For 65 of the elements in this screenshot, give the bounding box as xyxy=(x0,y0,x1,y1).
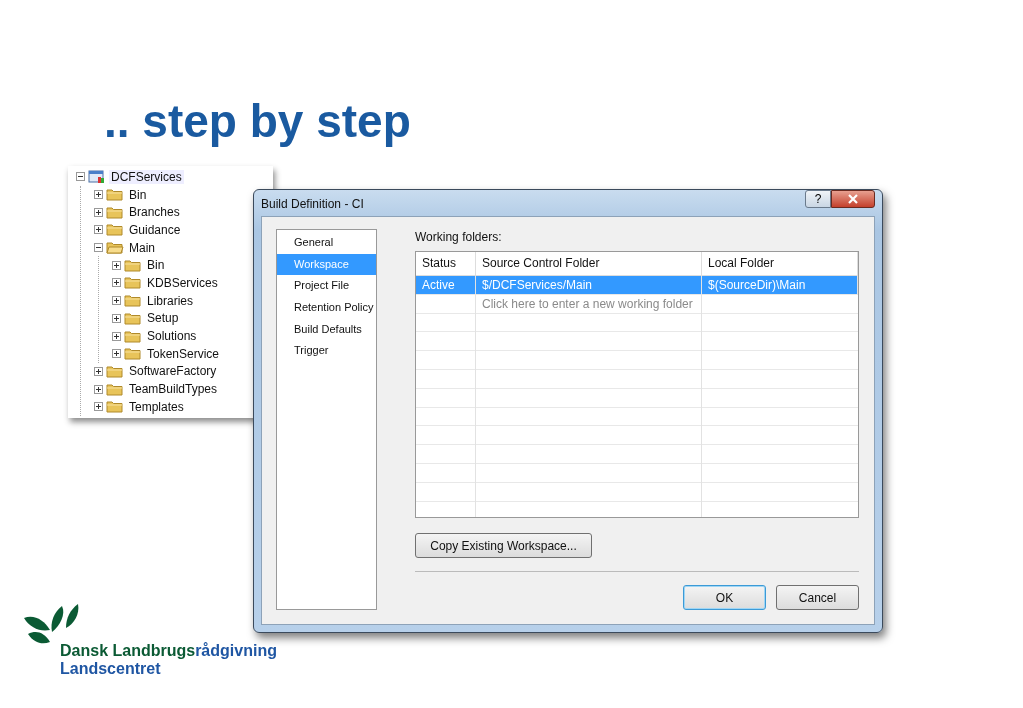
table-cell: Active xyxy=(416,276,476,295)
nav-item[interactable]: Retention Policy xyxy=(277,297,376,319)
tree-item[interactable]: SoftwareFactory xyxy=(127,364,219,379)
tree-item[interactable]: Templates xyxy=(127,399,186,414)
expand-icon[interactable] xyxy=(112,313,121,323)
expand-icon[interactable] xyxy=(112,349,121,359)
close-button[interactable] xyxy=(831,190,875,208)
tree-item[interactable]: DCFServices xyxy=(109,169,184,184)
folder-icon xyxy=(124,294,142,308)
copy-workspace-button[interactable]: Copy Existing Workspace... xyxy=(415,533,592,558)
column-header[interactable]: Source Control Folder xyxy=(476,252,702,276)
expand-icon[interactable] xyxy=(94,225,103,235)
logo-subtitle: Landscentret xyxy=(60,660,162,678)
tree-item[interactable]: Libraries xyxy=(145,293,196,308)
expand-icon[interactable] xyxy=(94,190,103,200)
folder-icon xyxy=(124,258,142,272)
tree-item[interactable]: Main xyxy=(127,240,157,255)
section-label: Working folders: xyxy=(415,229,503,246)
folder-icon xyxy=(124,311,142,325)
folder-icon xyxy=(106,382,124,396)
nav-item[interactable]: Trigger xyxy=(277,340,376,363)
window-title: Build Definition - CI xyxy=(261,197,364,211)
project-icon xyxy=(88,169,106,184)
open-folder-icon xyxy=(106,241,124,255)
tree-item[interactable]: TokenService xyxy=(145,346,222,361)
folder-icon xyxy=(124,276,142,290)
expand-icon[interactable] xyxy=(112,278,121,288)
column-header[interactable]: Local Folder xyxy=(702,252,858,276)
nav-item[interactable]: General xyxy=(277,232,376,254)
expand-icon[interactable] xyxy=(94,402,103,412)
tree-item[interactable]: KDBServices xyxy=(145,275,220,290)
tree-item[interactable]: TeamBuildTypes xyxy=(127,382,220,397)
folder-icon xyxy=(106,188,124,202)
dialog-button[interactable]: OK xyxy=(683,585,766,610)
folder-icon xyxy=(106,223,124,237)
help-button[interactable]: ? xyxy=(805,190,831,208)
table-cell: $(SourceDir)\Main xyxy=(702,276,858,295)
expand-icon[interactable] xyxy=(112,296,121,306)
tree-item[interactable]: Bin xyxy=(145,258,167,273)
dialog-button[interactable]: Cancel xyxy=(776,585,859,610)
column-header[interactable]: Status xyxy=(416,252,476,276)
expand-icon[interactable] xyxy=(94,384,103,394)
new-row-placeholder[interactable]: Click here to enter a new working folder xyxy=(476,294,702,314)
expand-icon[interactable] xyxy=(94,207,103,217)
nav-item[interactable]: Project File xyxy=(277,275,376,298)
expand-icon[interactable] xyxy=(112,331,121,341)
expand-icon[interactable] xyxy=(94,366,103,376)
tree-item[interactable]: Branches xyxy=(127,205,182,220)
tree-item[interactable]: Solutions xyxy=(145,329,199,344)
table-cell: $/DCFServices/Main xyxy=(476,276,702,295)
folder-icon xyxy=(124,329,142,343)
folder-icon xyxy=(106,364,124,378)
folder-icon xyxy=(106,400,124,414)
expand-icon[interactable] xyxy=(112,260,121,270)
folder-icon xyxy=(124,347,142,361)
close-icon xyxy=(847,194,859,204)
slide-title: .. step by step xyxy=(104,94,411,148)
tree-item[interactable]: Guidance xyxy=(127,222,183,237)
logo-name: Dansk Landbrugsrådgivning xyxy=(60,642,277,660)
collapse-icon[interactable] xyxy=(76,172,85,182)
nav-item[interactable]: Build Defaults xyxy=(277,318,376,341)
tree-item[interactable]: Setup xyxy=(145,311,181,326)
tree-item[interactable]: Bin xyxy=(127,187,149,202)
collapse-icon[interactable] xyxy=(94,243,103,253)
folder-icon xyxy=(106,205,124,219)
